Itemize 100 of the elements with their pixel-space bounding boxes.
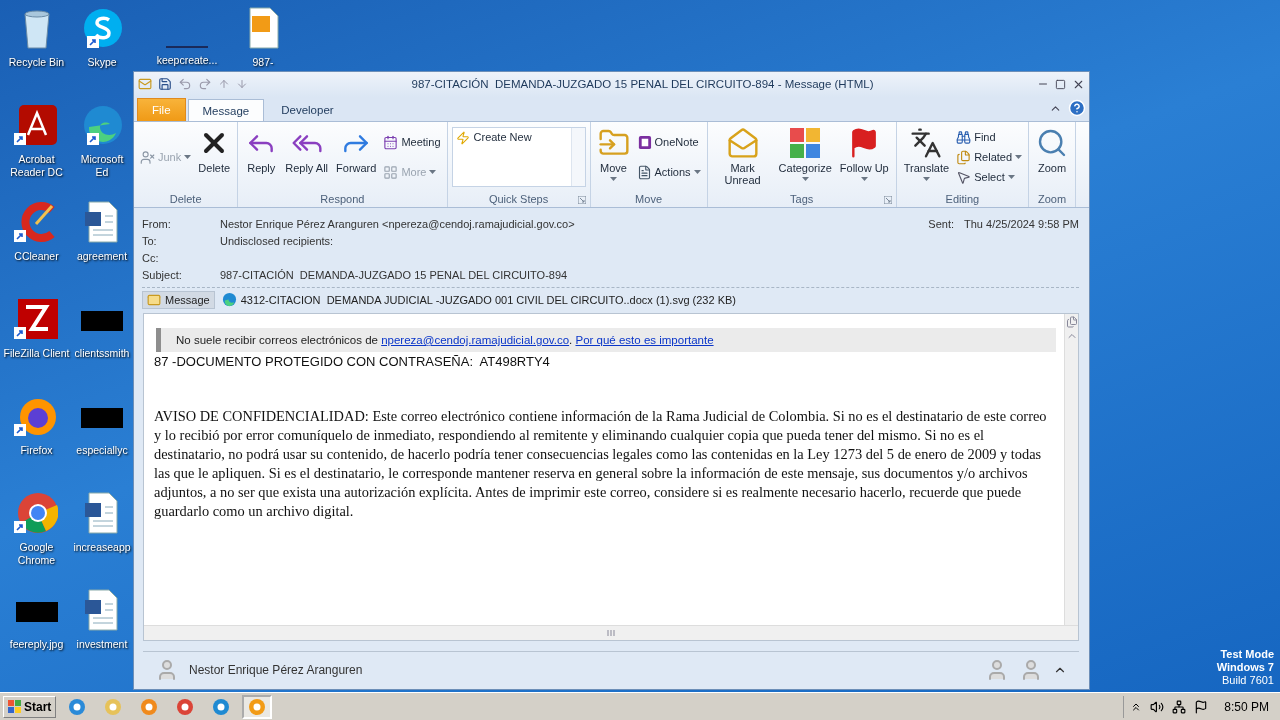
quick-step-item[interactable]: Create New [452, 128, 571, 149]
people-pane-name: Nestor Enrique Pérez Aranguren [189, 663, 364, 678]
forward-button[interactable]: Forward [333, 125, 380, 192]
button-label: Forward [336, 162, 377, 175]
speaker-icon[interactable] [1150, 699, 1165, 714]
cursor-icon [956, 169, 972, 185]
reply-all-button[interactable]: Reply All [282, 125, 332, 192]
desktop-icon-label[interactable]: CCleaner [14, 250, 59, 263]
ribbon-tab[interactable]: Message [187, 99, 265, 123]
group-label: Move [635, 193, 662, 206]
group-label: Quick Steps [488, 193, 549, 206]
actions-button[interactable]: Actions [634, 163, 703, 181]
flag-icon[interactable] [1194, 699, 1209, 714]
envelope-icon [726, 127, 759, 160]
categorize-button[interactable]: Categorize [775, 125, 835, 192]
documents-icon [956, 149, 972, 165]
help-icon[interactable] [1068, 99, 1086, 118]
desktop-icon-label[interactable]: Google Chrome [0, 541, 73, 567]
onenote-icon [636, 134, 652, 150]
documents-icon [1065, 315, 1078, 328]
window-title: 987-CITACIÓN DEMANDA-JUZGADO 15 PENAL DEL CIRCUITO-894 - Message (HTML) [410, 78, 875, 91]
filezilla-icon [15, 297, 58, 341]
header-value: Undisclosed recipients: [220, 234, 335, 247]
desktop-icon-label[interactable]: Acrobat Reader DC [0, 153, 73, 179]
move-button[interactable]: Move [594, 125, 633, 192]
attachment-tab[interactable]: 4312-CITACION DEMANDA JUDICIAL -JUZGADO 001 CIVIL DEL CIRCUITO..docx (1).svg (232 KB) [216, 290, 741, 309]
envelope-icon [147, 292, 161, 307]
group-label: Delete [169, 193, 202, 206]
test-mode-text: Test Mode [1220, 648, 1274, 661]
desktop-icon-label[interactable]: clientssmith [74, 347, 130, 360]
desktop-icon-label[interactable]: agreement [76, 250, 128, 263]
find-button[interactable]: Find [954, 128, 1025, 146]
group-label: Zoom [1038, 193, 1067, 206]
group-label: Respond [320, 193, 365, 206]
edge-icon [81, 103, 123, 147]
button-label: Delete [198, 162, 231, 175]
start-button[interactable]: Start [3, 695, 57, 718]
desktop-icon-label[interactable]: feereply.jpg [9, 638, 64, 651]
grid-icon [383, 164, 399, 180]
ribbon-tab[interactable]: Developer [266, 98, 349, 122]
header-label: Cc: [142, 251, 160, 264]
desktop-icon-label[interactable]: especiallyc [76, 444, 128, 457]
network-icon[interactable] [1172, 699, 1187, 714]
clock: 8:50 PM [1224, 699, 1269, 714]
translate-icon [910, 127, 943, 160]
lightning-icon [455, 131, 470, 146]
edge-icon [221, 292, 237, 308]
desktop-icon-label[interactable]: increaseapp [73, 541, 131, 554]
follow-up-button[interactable]: Follow Up [836, 125, 892, 192]
header-label: From: [142, 217, 172, 230]
select-button[interactable]: Select [954, 168, 1025, 186]
grip-icon [607, 629, 615, 636]
zoom-button[interactable]: Zoom [1033, 125, 1072, 192]
vertical-scrollbar[interactable] [1064, 313, 1078, 625]
desktop-icon-label[interactable]: Recycle Bin [8, 56, 65, 69]
test-mode-text: Build 7601 [1222, 674, 1274, 687]
windows-logo-icon [8, 699, 22, 714]
person-icon [140, 149, 155, 165]
calendar-icon [383, 134, 399, 150]
desktop-icon-label[interactable]: FileZilla Client [3, 347, 70, 360]
horizontal-scrollbar[interactable] [144, 624, 1078, 640]
confidentiality-paragraph: AVISO DE CONFIDENCIALIDAD: Este correo electrónico contiene información de la Rama Judicial de Colombia. Si no es el destinatario de este correo y lo recibió por error comuníquelo de inmediato, respondiendo al remitente y eliminando cualquier copia que pueda tener del mismo. Si no es el destinatario, no podrá usar su contenido, de hacerlo podría tener consecuencias legales como las contenidas en la Ley 1273 del 5 de enero de 2009 y todas las que le apliquen. Si es el destinatario, le corresponde mantener reserva en general sobre la información de este mensaje, sus documentos y/o archivos adjuntos, a no ser que exista una autorización explícita. Antes de imprimir este correo, considere si es realmente necesario hacerlo, recuerde que puede guardarlo como un archivo digital. [154, 406, 1048, 521]
undo-icon[interactable] [178, 77, 192, 92]
group-label: Tags [790, 193, 814, 206]
maximize-icon[interactable] [1055, 78, 1066, 90]
related-button[interactable]: Related [954, 148, 1025, 166]
header-label: Subject: [142, 268, 183, 281]
delete-button[interactable]: Delete [195, 125, 234, 192]
meeting-button[interactable]: Meeting [381, 133, 443, 151]
binoculars-icon [956, 129, 972, 145]
onenote-button[interactable]: OneNote [634, 133, 703, 151]
reply-button[interactable]: Reply [242, 125, 281, 192]
envelope-icon [138, 77, 152, 92]
header-label: To: [142, 234, 158, 247]
mark-unread-button[interactable]: Mark Unread [711, 125, 774, 192]
outlook-taskbar-icon[interactable] [242, 694, 273, 719]
skype-icon [81, 6, 123, 50]
desktop-icon-label[interactable]: 987- [252, 56, 274, 69]
chrome-icon [15, 491, 58, 535]
color-squares-icon [789, 127, 822, 160]
email-link[interactable]: Por qué esto es importante [575, 333, 714, 346]
button-label: Zoom [1038, 162, 1067, 175]
group-label: Editing [945, 193, 980, 206]
desktop-icon-label[interactable]: Firefox [20, 444, 53, 457]
desktop-icon-label[interactable]: investment [76, 638, 128, 651]
dialog-launcher-icon[interactable] [577, 196, 586, 205]
sent-date: Thu 4/25/2024 9:58 PM [964, 217, 1079, 230]
test-mode-text: Windows 7 [1216, 661, 1274, 674]
desktop-icon-label[interactable]: keepcreate... [156, 54, 218, 67]
button-label: Reply All [285, 162, 329, 175]
desktop-icon-label[interactable]: Skype [87, 56, 117, 69]
save-icon[interactable] [158, 77, 172, 92]
button-label: Translate [903, 162, 950, 175]
desktop-icon-label[interactable]: Microsoft Ed [73, 153, 131, 179]
notice-text: No suele recibir correos electrónicos de npereza@cendoj.ramajudicial.gov.co. Por qué esto es importante [156, 327, 1056, 352]
button-label: Move [600, 162, 627, 175]
translate-button[interactable]: Translate [900, 125, 953, 192]
dialog-launcher-icon[interactable] [883, 196, 892, 205]
redo-icon[interactable] [198, 77, 212, 92]
attachment-tab[interactable]: Message [142, 290, 215, 309]
